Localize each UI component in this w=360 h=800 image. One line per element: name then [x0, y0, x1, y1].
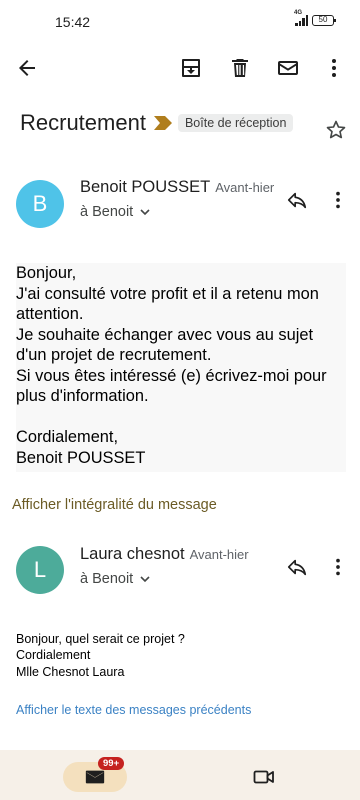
reply-icon[interactable] [283, 186, 311, 214]
status-icons: 4G 50 [294, 10, 336, 26]
bottom-nav: 99+ [0, 750, 360, 800]
message-more-icon[interactable] [324, 553, 352, 581]
archive-icon[interactable] [177, 54, 205, 82]
sender-name: Laura chesnot [80, 545, 185, 563]
message-more-icon[interactable] [324, 186, 352, 214]
mail-icon[interactable] [274, 54, 302, 82]
sender-line: Laura chesnot Avant-hier [80, 545, 249, 564]
thread-subject: Recrutement [20, 110, 146, 135]
recipient-toggle[interactable]: à Benoit [80, 571, 151, 587]
nav-mail-tab[interactable]: 99+ [63, 757, 127, 792]
star-outline-icon[interactable] [324, 118, 350, 144]
message-body: Bonjour, quel serait ce projet ? Cordial… [16, 631, 185, 680]
arrow-left-icon[interactable] [13, 54, 41, 82]
network-type: 4G [294, 10, 303, 16]
avatar[interactable]: B [16, 180, 64, 228]
trash-icon[interactable] [226, 54, 254, 82]
message-body-text: Bonjour, J'ai consulté votre profit et i… [16, 264, 327, 467]
battery-icon: 50 [312, 15, 336, 26]
status-bar: 15:42 4G 50 [0, 0, 360, 44]
show-full-message-link[interactable]: Afficher l'intégralité du message [12, 497, 217, 513]
message-date: Avant-hier [189, 547, 249, 562]
show-previous-messages-link[interactable]: Afficher le texte des messages précédent… [16, 703, 251, 717]
message-body: Bonjour, J'ai consulté votre profit et i… [16, 263, 346, 472]
more-vert-icon[interactable] [320, 54, 348, 82]
sender-line: Benoit POUSSET Avant-hier [80, 178, 274, 197]
unread-badge: 99+ [98, 757, 125, 770]
recipient-toggle[interactable]: à Benoit [80, 204, 151, 220]
subject-row: Recrutement Boîte de réception [20, 108, 350, 138]
chevron-down-icon [140, 209, 150, 216]
importance-marker-icon[interactable] [153, 116, 172, 130]
recipient-label: à Benoit [80, 571, 134, 587]
top-toolbar [0, 48, 360, 88]
signal-icon: 4G [294, 10, 308, 26]
message-date: Avant-hier [215, 180, 275, 195]
recipient-label: à Benoit [80, 204, 134, 220]
video-camera-icon[interactable] [250, 763, 278, 791]
message-body-text: Bonjour, quel serait ce projet ? Cordial… [16, 632, 185, 679]
reply-icon[interactable] [283, 553, 311, 581]
chevron-down-icon [140, 576, 150, 583]
avatar[interactable]: L [16, 546, 64, 594]
status-time: 15:42 [55, 14, 91, 30]
label-chip[interactable]: Boîte de réception [177, 114, 294, 132]
sender-name: Benoit POUSSET [80, 178, 211, 196]
